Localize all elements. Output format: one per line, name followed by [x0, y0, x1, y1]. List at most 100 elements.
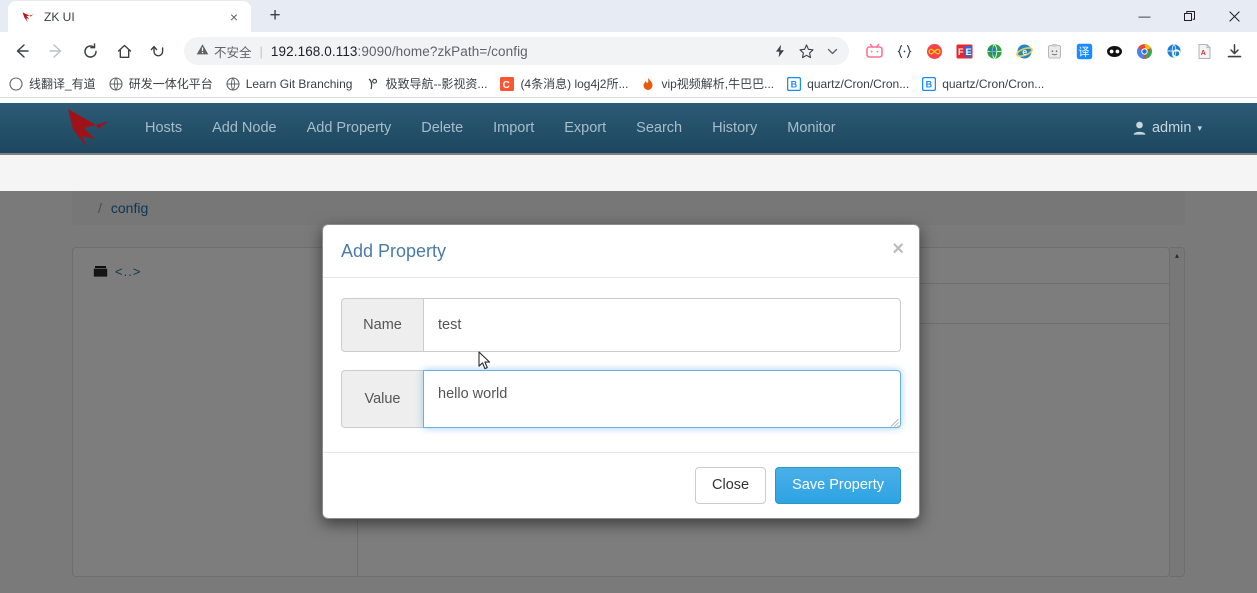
browser-toolbar: 不安全 | 192.168.0.113:9090/home?zkPath=/co…	[0, 32, 1257, 70]
app-nav-links: Hosts Add Node Add Property Delete Impor…	[130, 103, 851, 154]
close-icon[interactable]: ×	[225, 8, 243, 26]
flame-icon	[640, 76, 656, 92]
search-globe-icon[interactable]	[1161, 38, 1187, 64]
name-input[interactable]	[423, 298, 901, 352]
nav-link-add-node[interactable]: Add Node	[197, 103, 292, 154]
extension-tray: FE e 译 A	[859, 38, 1249, 64]
pdf-icon[interactable]: A	[1191, 38, 1217, 64]
omnibox-actions	[767, 38, 845, 64]
nav-link-hosts[interactable]: Hosts	[130, 103, 197, 154]
nav-link-add-property[interactable]: Add Property	[292, 103, 407, 154]
nav-link-delete[interactable]: Delete	[406, 103, 478, 154]
page-viewport: Hosts Add Node Add Property Delete Impor…	[0, 103, 1257, 593]
url-path: :9090/home?zkPath=/config	[357, 43, 528, 59]
bookmark-item[interactable]: C (4条消息) log4j2所...	[493, 73, 634, 95]
svg-text:E: E	[965, 47, 971, 57]
bookmark-label: (4条消息) log4j2所...	[520, 77, 629, 91]
clipboard-icon[interactable]	[1041, 38, 1067, 64]
dialog-header: Add Property ×	[323, 225, 919, 278]
add-property-dialog: Add Property × Name Value	[322, 224, 920, 520]
address-bar[interactable]: 不安全 | 192.168.0.113:9090/home?zkPath=/co…	[184, 37, 849, 65]
value-textarea[interactable]	[423, 370, 901, 428]
zk-bird-favicon	[20, 9, 36, 25]
bookmark-item[interactable]: B quartz/Cron/Cron...	[915, 73, 1050, 95]
url-text: 192.168.0.113:9090/home?zkPath=/config	[271, 44, 528, 59]
close-window-icon[interactable]	[1212, 0, 1257, 32]
page-body: / config <..>	[0, 191, 1257, 593]
user-name: admin	[1151, 120, 1192, 136]
bookmark-label: 线翻译_有道	[29, 77, 96, 91]
nav-link-search[interactable]: Search	[621, 103, 697, 154]
braces-icon[interactable]	[891, 38, 917, 64]
dialog-footer: Close Save Property	[323, 452, 919, 518]
bookmark-item[interactable]: vip视频解析,牛巴巴...	[634, 73, 780, 95]
tab-title: ZK UI	[44, 9, 75, 24]
maximize-icon[interactable]	[1167, 0, 1212, 32]
globe-icon	[225, 76, 241, 92]
security-status: 不安全	[214, 45, 252, 60]
mouse-cursor	[478, 351, 492, 376]
dialog-title: Add Property	[341, 241, 447, 261]
bilibili-icon[interactable]	[861, 38, 887, 64]
fe-icon[interactable]: FE	[951, 38, 977, 64]
close-icon[interactable]: ×	[892, 239, 904, 259]
back-icon[interactable]	[8, 37, 36, 65]
download-icon[interactable]	[1221, 38, 1247, 64]
app-navbar: Hosts Add Node Add Property Delete Impor…	[0, 103, 1257, 155]
value-field-label: Value	[341, 370, 423, 428]
nav-link-export[interactable]: Export	[549, 103, 621, 154]
save-property-button[interactable]: Save Property	[775, 467, 901, 505]
nav-link-monitor[interactable]: Monitor	[772, 103, 850, 154]
history-back-icon[interactable]	[144, 37, 172, 65]
star-icon[interactable]	[793, 38, 819, 64]
url-host: 192.168.0.113	[270, 43, 358, 59]
globe-green-icon[interactable]	[981, 38, 1007, 64]
value-textarea-wrapper	[423, 370, 901, 428]
window-controls: —	[1122, 0, 1257, 32]
eyes-icon[interactable]	[1101, 38, 1127, 64]
svg-text:A: A	[1200, 50, 1205, 57]
compass-icon	[364, 76, 380, 92]
close-button[interactable]: Close	[695, 467, 767, 505]
bookmark-label: 极致导航--影视资...	[385, 77, 488, 91]
user-menu[interactable]: admin ▾	[1133, 120, 1202, 136]
bookmark-label: quartz/Cron/Cron...	[807, 76, 910, 91]
minimize-icon[interactable]: —	[1122, 0, 1167, 32]
bookmark-icon	[8, 76, 24, 92]
bookmark-item[interactable]: 研发一体化平台	[102, 73, 219, 95]
chrome-icon[interactable]	[1131, 38, 1157, 64]
bookmark-label: 研发一体化平台	[128, 77, 213, 91]
svg-text:B: B	[791, 79, 798, 89]
b-icon: B	[921, 76, 937, 92]
bookmark-item[interactable]: 线翻译_有道	[2, 73, 102, 95]
user-icon	[1133, 121, 1146, 135]
svg-text:F: F	[958, 47, 964, 57]
nav-link-history[interactable]: History	[697, 103, 772, 154]
browser-tab-zk-ui[interactable]: ZK UI ×	[8, 1, 251, 32]
zk-bird-logo[interactable]	[42, 108, 122, 148]
navbar-right: admin ▾	[1133, 120, 1202, 136]
lightning-icon[interactable]	[767, 38, 793, 64]
bookmark-label: vip视频解析,牛巴巴...	[661, 77, 775, 91]
bookmark-item[interactable]: Learn Git Branching	[219, 73, 359, 95]
csdn-icon: C	[499, 76, 515, 92]
name-field-label: Name	[341, 298, 423, 352]
new-tab-button[interactable]: +	[261, 2, 289, 30]
home-icon[interactable]	[110, 37, 138, 65]
name-field-group: Name	[341, 298, 901, 352]
nav-link-import[interactable]: Import	[478, 103, 549, 154]
omnibox-separator: |	[259, 43, 263, 59]
forward-icon[interactable]	[42, 37, 70, 65]
svg-text:C: C	[503, 80, 510, 91]
svg-text:译: 译	[1078, 45, 1089, 58]
warning-triangle-icon	[196, 43, 209, 59]
bookmark-item[interactable]: B quartz/Cron/Cron...	[780, 73, 915, 95]
reload-icon[interactable]	[76, 37, 104, 65]
tab-strip: ZK UI × + —	[0, 0, 1257, 32]
bookmark-item[interactable]: 极致导航--影视资...	[358, 73, 493, 95]
ie-icon[interactable]: e	[1011, 38, 1037, 64]
b-icon: B	[786, 76, 802, 92]
chevron-down-icon[interactable]	[819, 38, 845, 64]
infinity-icon[interactable]	[921, 38, 947, 64]
translate-icon[interactable]: 译	[1071, 38, 1097, 64]
